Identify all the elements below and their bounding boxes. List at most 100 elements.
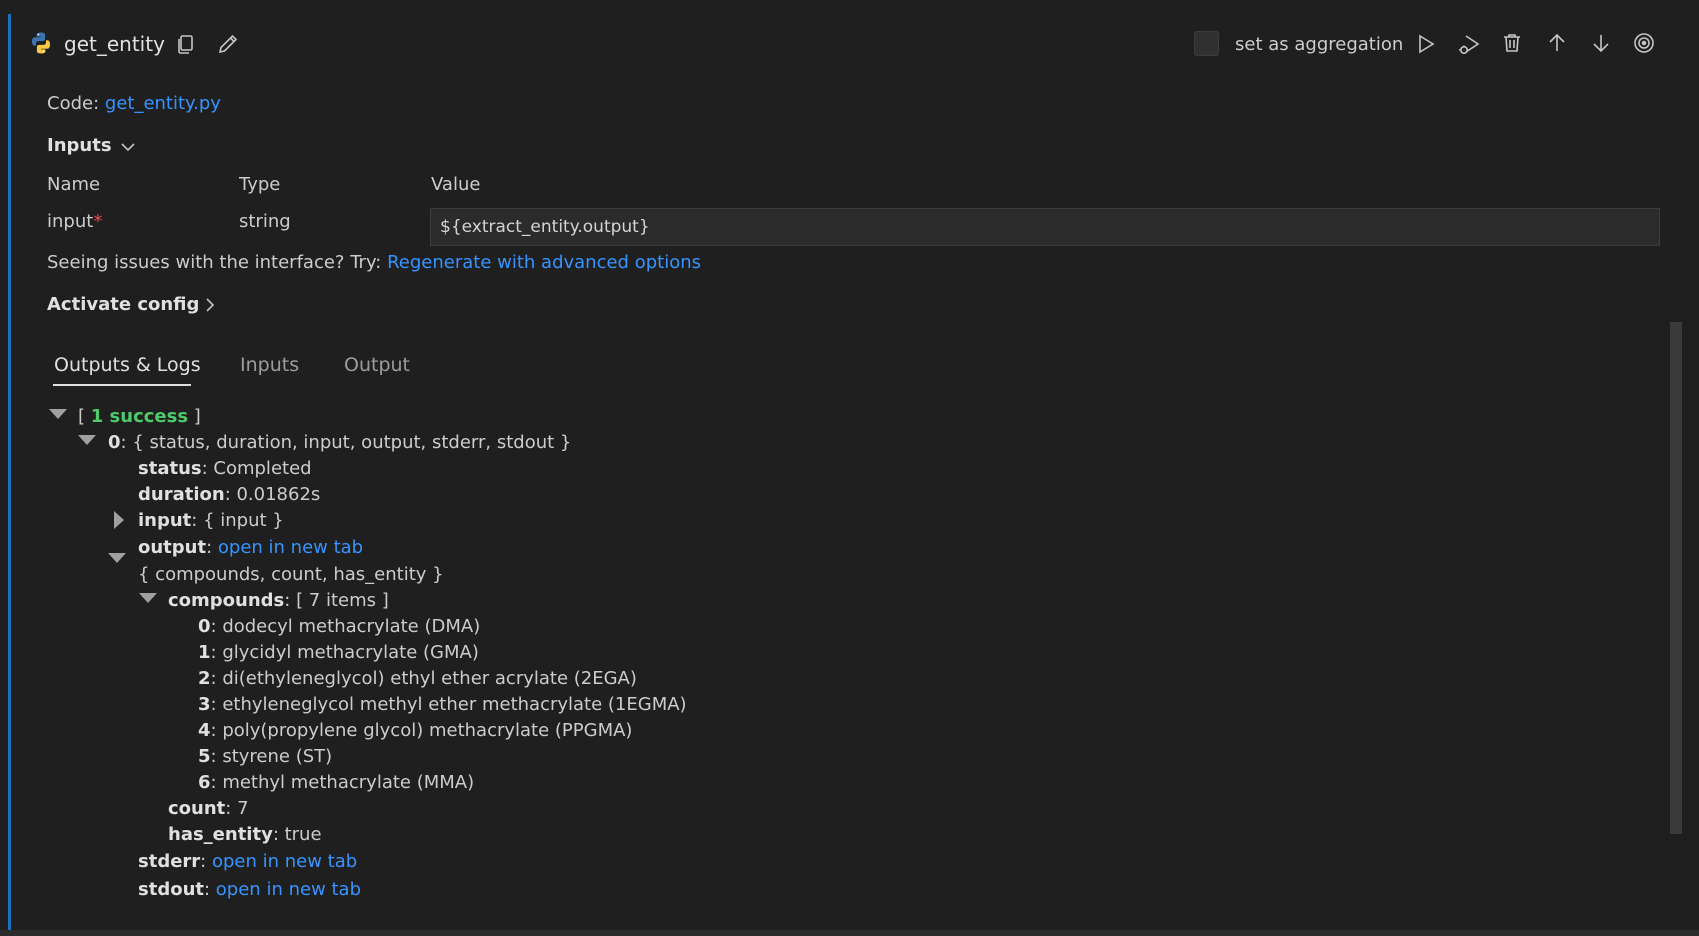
compound-value: : methyl methacrylate (MMA) (210, 772, 475, 793)
column-header-name: Name (47, 174, 101, 195)
input-name-label: input (47, 211, 94, 232)
debug-icon[interactable] (1456, 32, 1482, 58)
list-item: 2: di(ethyleneglycol) ethyl ether acryla… (198, 668, 637, 689)
compound-index: 3 (198, 694, 211, 715)
has-entity-value: : true (272, 824, 322, 845)
stderr-separator: : (200, 851, 212, 872)
output-keys-row: { compounds, count, has_entity } (138, 564, 444, 585)
item-index: 0 (108, 432, 121, 453)
target-icon[interactable] (1632, 31, 1656, 55)
expand-input-toggle[interactable] (114, 511, 124, 529)
input-type: string (239, 211, 291, 232)
expand-output-toggle[interactable] (108, 553, 126, 563)
tab-output[interactable]: Output (344, 354, 410, 376)
compounds-key: compounds (168, 590, 285, 611)
run-icon[interactable] (1414, 32, 1438, 56)
list-item: 4: poly(propylene glycol) methacrylate (… (198, 720, 632, 741)
issues-text: Seeing issues with the interface? Try: (47, 252, 382, 273)
input-value-field[interactable]: ${extract_entity.output} (430, 208, 1660, 246)
inputs-section-title[interactable]: Inputs (47, 135, 112, 156)
compound-index: 5 (198, 746, 211, 767)
code-file-link[interactable]: get_entity.py (105, 93, 221, 114)
stderr-open-link[interactable]: open in new tab (212, 851, 357, 872)
aggregation-checkbox[interactable] (1194, 31, 1219, 56)
status-value: : Completed (201, 458, 312, 479)
compounds-value: : [ 7 items ] (284, 590, 389, 611)
success-count: 1 success (90, 406, 189, 427)
output-separator: : (206, 537, 218, 558)
required-mark: * (93, 211, 103, 232)
compound-index: 0 (198, 616, 211, 637)
compound-value: : glycidyl methacrylate (GMA) (210, 642, 479, 663)
open-bracket: [ (78, 406, 86, 427)
code-label: Code: (47, 93, 100, 114)
compound-value: : di(ethyleneglycol) ethyl ether acrylat… (210, 668, 637, 689)
node-accent-bar (8, 14, 11, 930)
code-row: Code: get_entity.py (47, 93, 221, 114)
bottom-divider (0, 930, 1699, 936)
duration-value: : 0.01862s (224, 484, 321, 505)
status-row: status: Completed (138, 458, 312, 479)
input-row: input: { input } (138, 510, 284, 531)
aggregation-label: set as aggregation (1235, 34, 1404, 55)
stdout-open-link[interactable]: open in new tab (216, 879, 361, 900)
output-key: output (138, 537, 207, 558)
count-value: : 7 (225, 798, 249, 819)
input-value: : { input } (191, 510, 284, 531)
has-entity-row: has_entity: true (168, 824, 322, 845)
issues-row: Seeing issues with the interface? Try: R… (47, 252, 701, 273)
duration-key: duration (138, 484, 225, 505)
stderr-row: stderr: open in new tab (138, 851, 357, 872)
expand-compounds-toggle[interactable] (139, 593, 157, 603)
compound-index: 4 (198, 720, 211, 741)
duration-row: duration: 0.01862s (138, 484, 320, 505)
input-name: input* (47, 211, 102, 232)
stdout-separator: : (204, 879, 216, 900)
compound-value: : ethyleneglycol methyl ether methacryla… (210, 694, 687, 715)
stderr-key: stderr (138, 851, 201, 872)
active-tab-indicator (53, 384, 191, 386)
edit-icon[interactable] (216, 32, 240, 56)
status-key: status (138, 458, 202, 479)
expand-item-0-toggle[interactable] (78, 435, 96, 445)
chevron-right-icon[interactable] (200, 295, 220, 315)
column-header-type: Type (239, 174, 281, 195)
item-keys: : { status, duration, input, output, std… (120, 432, 572, 453)
expand-results-toggle[interactable] (49, 409, 67, 419)
compound-index: 6 (198, 772, 211, 793)
copy-icon[interactable] (174, 32, 198, 56)
count-row: count: 7 (168, 798, 249, 819)
tab-outputs-logs[interactable]: Outputs & Logs (54, 354, 201, 376)
compound-value: : poly(propylene glycol) methacrylate (P… (210, 720, 633, 741)
arrow-down-icon[interactable] (1589, 31, 1613, 55)
tab-inputs[interactable]: Inputs (240, 354, 299, 376)
list-item: 1: glycidyl methacrylate (GMA) (198, 642, 479, 663)
column-header-value: Value (431, 174, 481, 195)
output-row: output: open in new tab (138, 537, 363, 558)
activate-config-title[interactable]: Activate config (47, 294, 199, 315)
compound-value: : styrene (ST) (210, 746, 333, 767)
compound-index: 1 (198, 642, 211, 663)
node-title: get_entity (64, 32, 165, 56)
vertical-scrollbar[interactable] (1670, 322, 1682, 834)
python-icon (28, 30, 54, 56)
compound-value: : dodecyl methacrylate (DMA) (210, 616, 481, 637)
regenerate-link[interactable]: Regenerate with advanced options (387, 252, 701, 273)
delete-icon[interactable] (1500, 31, 1524, 55)
list-item: 6: methyl methacrylate (MMA) (198, 772, 474, 793)
input-key: input (138, 510, 192, 531)
compound-index: 2 (198, 668, 211, 689)
list-item: 3: ethyleneglycol methyl ether methacryl… (198, 694, 687, 715)
stdout-row: stdout: open in new tab (138, 879, 361, 900)
output-open-link[interactable]: open in new tab (218, 537, 363, 558)
close-bracket: ] (193, 406, 201, 427)
arrow-up-icon[interactable] (1545, 31, 1569, 55)
stdout-key: stdout (138, 879, 204, 900)
compounds-row: compounds: [ 7 items ] (168, 590, 389, 611)
count-key: count (168, 798, 226, 819)
has-entity-key: has_entity (168, 824, 273, 845)
item-0-row: 0: { status, duration, input, output, st… (108, 432, 571, 453)
chevron-down-icon[interactable] (118, 137, 138, 157)
list-item: 5: styrene (ST) (198, 746, 332, 767)
list-item: 0: dodecyl methacrylate (DMA) (198, 616, 480, 637)
